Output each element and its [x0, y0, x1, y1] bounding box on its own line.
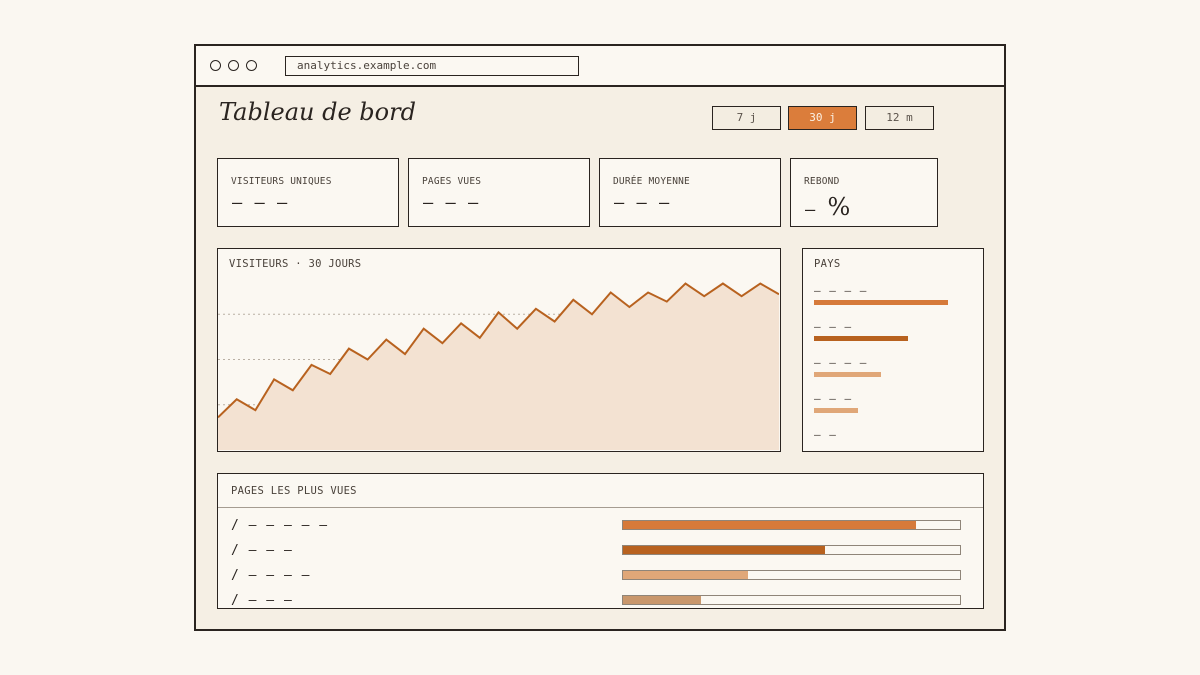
country-name: – – –	[814, 392, 853, 405]
country-name: – – – –	[814, 284, 868, 297]
stat-value: — — —	[423, 193, 480, 213]
country-bar	[814, 372, 881, 377]
stat-card-page-views: PAGES VUES — — —	[408, 158, 590, 227]
stat-card-unique-visitors: VISITEURS UNIQUES — — —	[217, 158, 399, 227]
page-bar-track	[622, 570, 961, 580]
browser-window: analytics.example.com Tableau de bord 7 …	[194, 44, 1006, 631]
country-name: – – –	[814, 320, 853, 333]
range-7d-button[interactable]: 7 j	[712, 106, 781, 130]
stat-label: DURÉE MOYENNE	[613, 176, 690, 187]
window-close-dot[interactable]	[210, 60, 221, 71]
percent-sign: %	[827, 193, 852, 221]
top-pages-title: PAGES LES PLUS VUES	[231, 485, 357, 497]
page-bar-fill	[623, 571, 748, 579]
browser-titlebar: analytics.example.com	[196, 46, 1004, 87]
countries-panel: PAYS – – – – – – – – – – – – – – – –	[802, 248, 984, 452]
page-path[interactable]: / – – – –	[231, 568, 310, 583]
stat-label: REBOND	[804, 176, 840, 187]
top-pages-header: PAGES LES PLUS VUES	[218, 474, 983, 508]
stat-label: VISITEURS UNIQUES	[231, 176, 332, 187]
address-bar[interactable]: analytics.example.com	[285, 56, 579, 76]
page-bar-track	[622, 595, 961, 605]
stat-label: PAGES VUES	[422, 176, 482, 187]
page-bar-fill	[623, 521, 917, 529]
page-path[interactable]: / – – – – –	[231, 518, 328, 533]
stat-value-number: —	[805, 200, 817, 220]
stat-value: — %	[805, 193, 851, 221]
window-minimize-dot[interactable]	[228, 60, 239, 71]
stat-value: — — —	[614, 193, 671, 213]
country-bar	[814, 408, 858, 413]
stat-card-bounce-rate: REBOND — %	[790, 158, 938, 227]
country-name: – – – –	[814, 356, 868, 369]
visitors-chart	[218, 282, 779, 450]
country-bar	[814, 300, 948, 305]
page-path[interactable]: / – – –	[231, 593, 293, 608]
page-bar-fill	[623, 546, 826, 554]
visitors-chart-panel: VISITEURS · 30 JOURS	[217, 248, 781, 452]
country-bar	[814, 336, 908, 341]
visitors-area	[218, 283, 779, 450]
stat-card-average-duration: DURÉE MOYENNE — — —	[599, 158, 781, 227]
page-bar-track	[622, 520, 961, 530]
top-pages-panel: PAGES LES PLUS VUES / – – – – – / – – – …	[217, 473, 984, 609]
range-12m-button[interactable]: 12 m	[865, 106, 934, 130]
page-path[interactable]: / – – –	[231, 543, 293, 558]
page-bar-fill	[623, 596, 701, 604]
page-bar-track	[622, 545, 961, 555]
countries-title: PAYS	[814, 258, 841, 270]
window-maximize-dot[interactable]	[246, 60, 257, 71]
country-name: – –	[814, 428, 837, 441]
range-30d-button[interactable]: 30 j	[788, 106, 857, 130]
stat-value: — — —	[232, 193, 289, 213]
page-title: Tableau de bord	[219, 98, 416, 126]
